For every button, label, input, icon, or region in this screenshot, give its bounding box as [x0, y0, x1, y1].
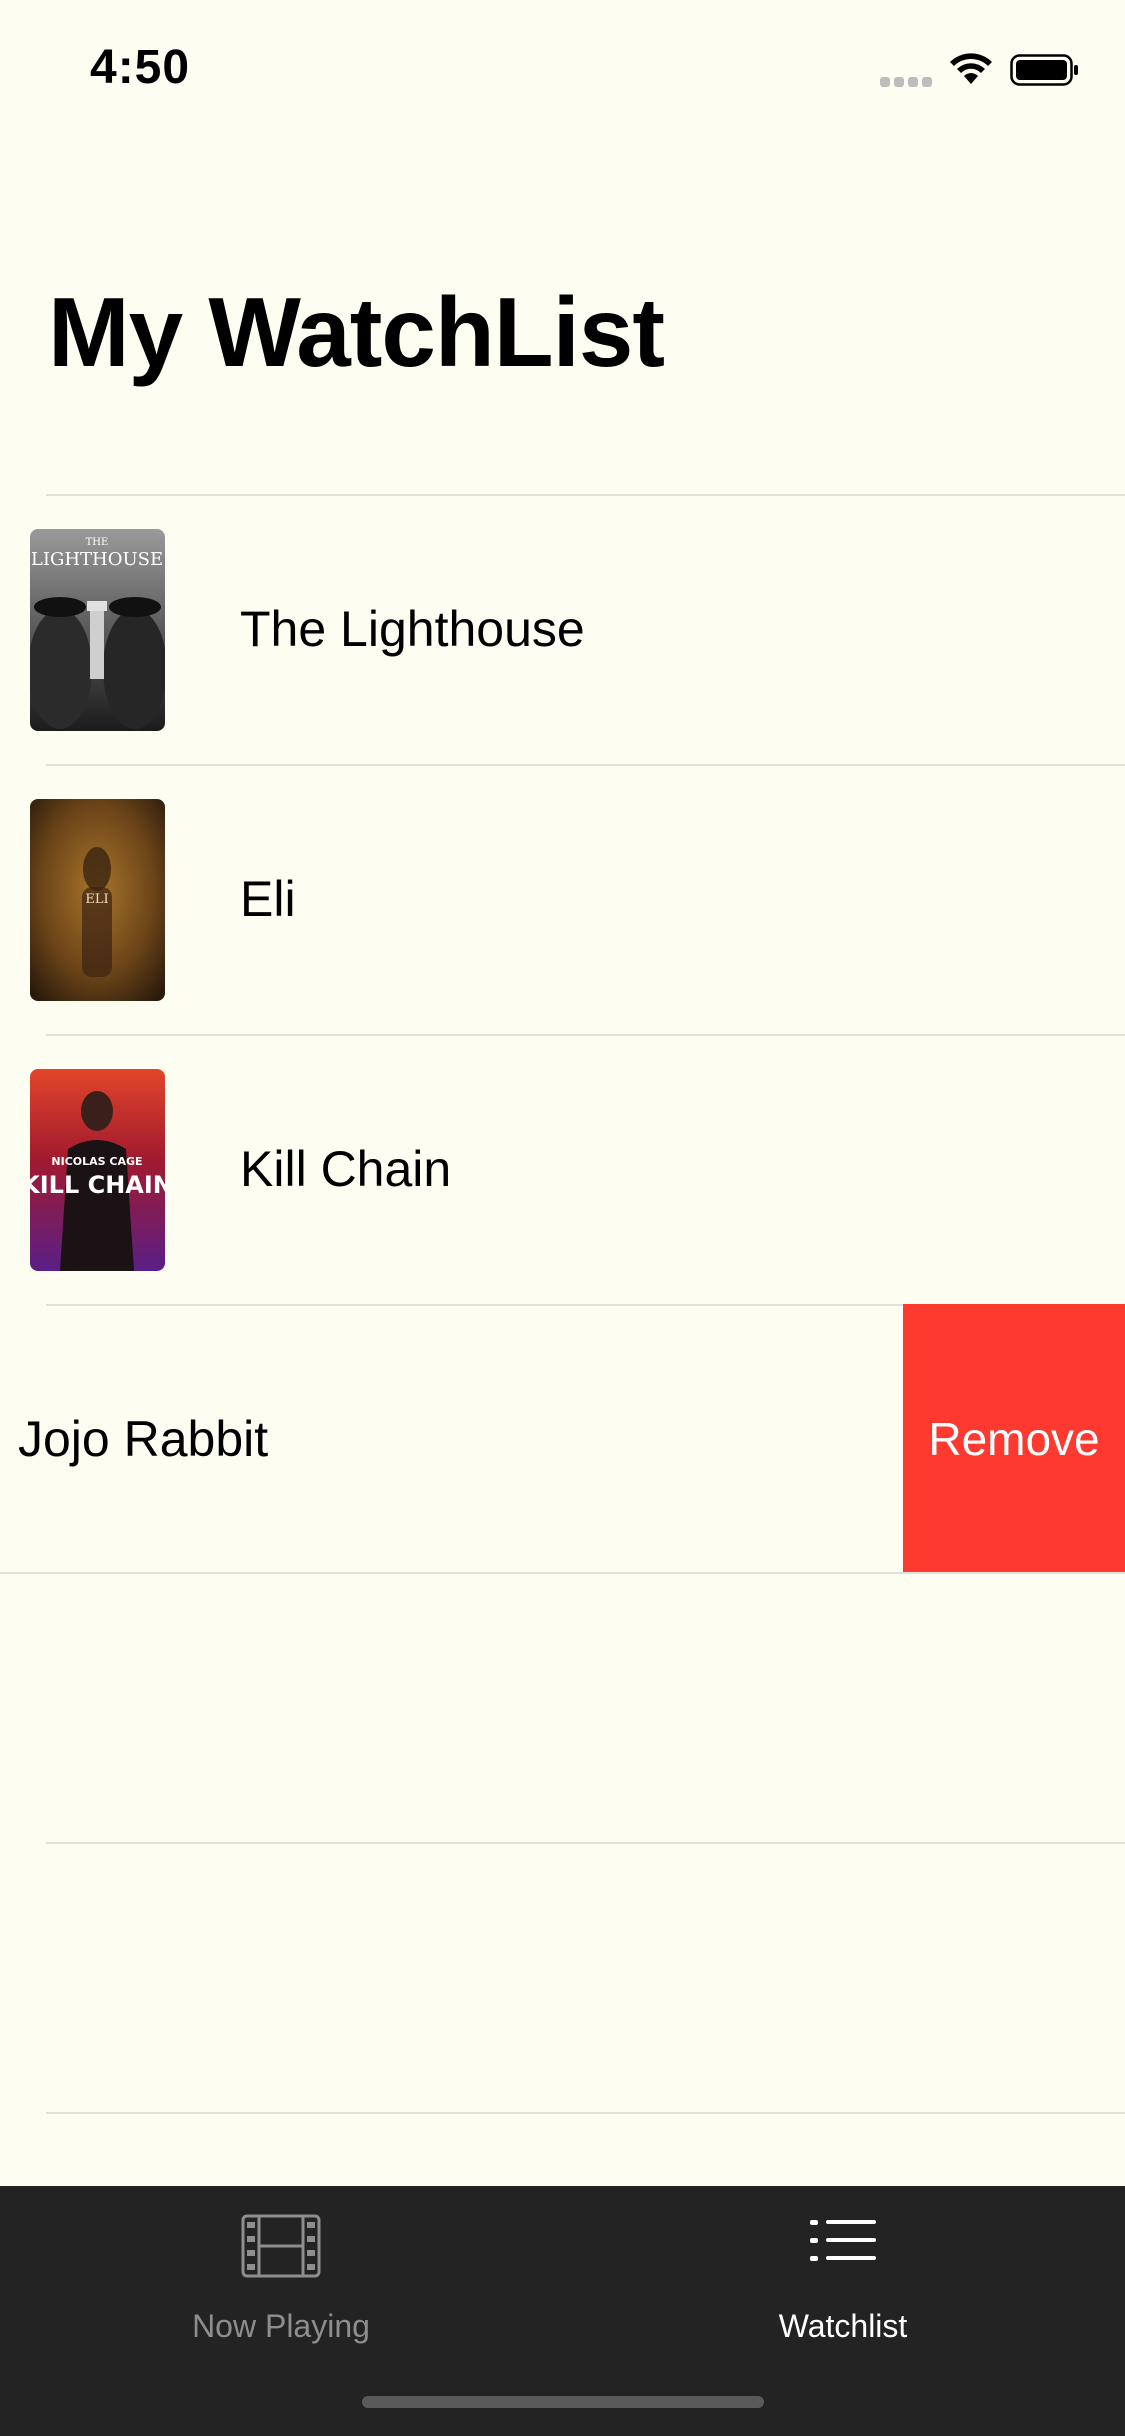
film-icon — [241, 2214, 321, 2278]
poster-eli: ELI — [30, 799, 165, 1001]
watchlist: THE LIGHTHOUSE The Lighthouse ELI Eli NI… — [0, 494, 1125, 2114]
item-title: Kill Chain — [240, 1141, 452, 1197]
list-item[interactable]: THE LIGHTHOUSE The Lighthouse — [0, 494, 1125, 764]
poster-kill-chain: NICOLAS CAGE KILL CHAIN — [30, 1069, 165, 1271]
list-item-swiped[interactable]: Jojo Rabbit Remove — [0, 1304, 1125, 1574]
tab-label: Watchlist — [778, 2308, 908, 2344]
svg-text:LIGHTHOUSE: LIGHTHOUSE — [31, 549, 163, 570]
tab-watchlist[interactable]: Watchlist — [562, 2186, 1124, 2356]
svg-text:ELI: ELI — [85, 892, 108, 907]
empty-list-row — [0, 1574, 1125, 1844]
kill-chain-poster-image: NICOLAS CAGE KILL CHAIN — [30, 1069, 165, 1271]
svg-text:THE: THE — [86, 537, 109, 548]
item-title: Jojo Rabbit — [18, 1411, 269, 1467]
svg-text:KILL CHAIN: KILL CHAIN — [30, 1171, 165, 1199]
svg-text:NICOLAS CAGE: NICOLAS CAGE — [51, 1155, 142, 1168]
status-time: 4:50 — [90, 41, 191, 94]
list-icon — [810, 2220, 876, 2261]
battery-icon — [1010, 54, 1078, 86]
lighthouse-poster-image: THE LIGHTHOUSE — [30, 529, 165, 731]
poster-lighthouse: THE LIGHTHOUSE — [30, 529, 165, 731]
home-indicator[interactable] — [362, 2396, 764, 2408]
tab-label: Now Playing — [192, 2308, 370, 2344]
list-item[interactable]: ELI Eli — [0, 764, 1125, 1034]
item-title: Eli — [240, 871, 296, 927]
eli-poster-image: ELI — [30, 799, 165, 1001]
item-title: The Lighthouse — [240, 601, 585, 657]
status-bar: 4:50 — [0, 0, 1125, 132]
tab-now-playing[interactable]: Now Playing — [0, 2186, 562, 2356]
cellular-signal-icon — [880, 74, 936, 88]
list-item[interactable]: NICOLAS CAGE KILL CHAIN Kill Chain — [0, 1034, 1125, 1304]
remove-button[interactable]: Remove — [903, 1304, 1125, 1574]
empty-list-row — [0, 1844, 1125, 2114]
wifi-icon — [950, 53, 992, 84]
page-title: My WatchList — [48, 277, 665, 387]
